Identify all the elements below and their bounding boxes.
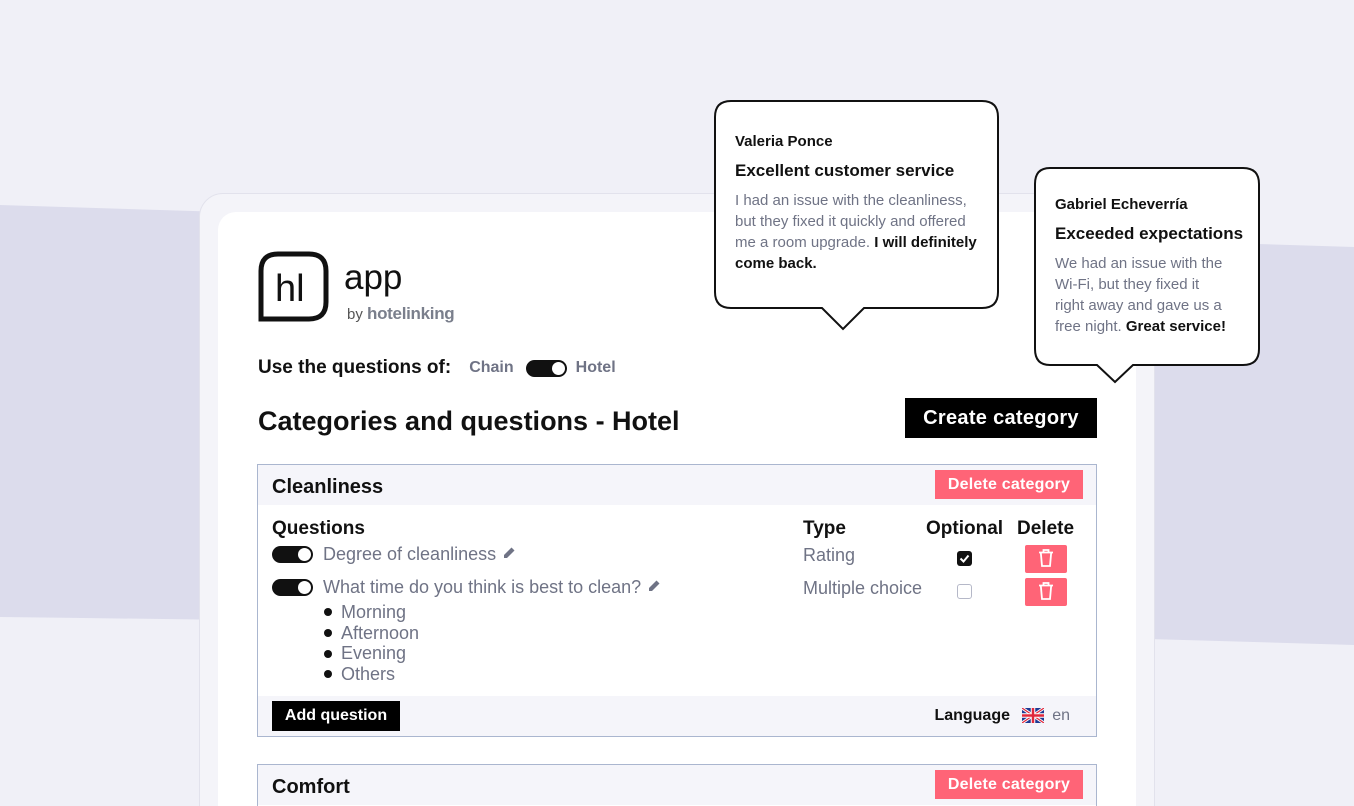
bullet	[324, 608, 332, 617]
review-line: We had an issue with the	[1055, 255, 1223, 272]
trash-icon	[1038, 548, 1054, 570]
question-row: Degree of cleanliness	[272, 544, 516, 565]
review-line-text: free night.	[1055, 318, 1122, 335]
column-delete: Delete	[1017, 518, 1075, 539]
list-item: Evening	[324, 643, 419, 664]
question-row: What time do you think is best to clean?	[272, 577, 661, 598]
bullet	[324, 670, 332, 679]
review-body: We had an issue with the Wi-Fi, but they…	[1055, 253, 1255, 337]
toggle-knob	[298, 581, 311, 594]
delete-question-button[interactable]	[1025, 545, 1067, 573]
bullet	[324, 629, 332, 638]
category-title: Cleanliness	[272, 476, 384, 498]
review-title: Excellent customer service	[735, 161, 955, 180]
question-text: What time do you think is best to clean?	[323, 577, 642, 597]
list-item: Morning	[324, 602, 419, 623]
uk-flag-icon[interactable]	[1021, 706, 1045, 728]
answer-option: Others	[341, 663, 396, 684]
pencil-icon[interactable]	[503, 546, 516, 564]
list-item: Others	[324, 664, 419, 685]
review-line-text: me a room upgrade.	[735, 234, 871, 251]
review-line: me a room upgrade. I will definitely	[735, 232, 993, 253]
review-bubble: Valeria Ponce Excellent customer service…	[714, 100, 1000, 331]
answer-option: Afternoon	[341, 622, 420, 643]
answer-options-list: Morning Afternoon Evening Others	[324, 602, 419, 685]
brand-by: by	[347, 306, 363, 323]
category-footer: Add question Language en	[258, 696, 1096, 736]
optional-checkbox[interactable]	[957, 584, 972, 599]
language-code[interactable]: en	[1052, 707, 1070, 725]
reviewer-name: Gabriel Echeverría	[1055, 196, 1188, 213]
review-line: come back.	[735, 253, 993, 274]
column-questions: Questions	[272, 518, 365, 539]
review-line: free night. Great service!	[1055, 316, 1255, 337]
logo-icon: hl	[258, 251, 329, 327]
review-emphasis: Great service!	[1125, 318, 1226, 335]
question-enabled-toggle[interactable]	[272, 579, 313, 596]
category-card-comfort: Comfort Delete category	[257, 764, 1097, 806]
trash-icon	[1038, 581, 1054, 603]
source-label: Use the questions of:	[258, 357, 452, 378]
review-line: but they fixed it quickly and offered	[735, 213, 966, 230]
category-header: Comfort Delete category	[258, 765, 1096, 805]
add-question-button[interactable]: Add question	[272, 701, 400, 731]
review-emphasis: I will definitely	[874, 234, 977, 251]
category-card-cleanliness: Cleanliness Delete category Questions Ty…	[257, 464, 1097, 737]
app-brand: by hotelinking	[347, 304, 455, 324]
logo-mark: hl	[275, 268, 305, 310]
toggle-knob	[551, 361, 565, 375]
column-type: Type	[803, 518, 846, 539]
delete-category-button[interactable]: Delete category	[935, 770, 1083, 799]
category-header: Cleanliness Delete category	[258, 465, 1096, 505]
create-category-button[interactable]: Create category	[905, 398, 1097, 438]
source-option-chain[interactable]: Chain	[469, 359, 513, 377]
bullet	[324, 649, 332, 658]
page-title: Categories and questions - Hotel	[258, 406, 680, 436]
language-label: Language	[934, 707, 1010, 724]
review-title: Exceeded expectations	[1055, 224, 1244, 243]
review-line: Wi-Fi, but they fixed it	[1055, 276, 1200, 293]
toggle-knob	[298, 548, 311, 561]
review-body: I had an issue with the cleanliness, but…	[735, 190, 993, 274]
review-emphasis: come back.	[735, 255, 817, 272]
source-toggle[interactable]	[525, 359, 567, 377]
optional-checkbox[interactable]	[957, 551, 972, 566]
review-line: I had an issue with the cleanliness,	[735, 192, 967, 209]
pencil-icon[interactable]	[648, 579, 661, 597]
question-type: Rating	[803, 545, 856, 565]
answer-option: Morning	[341, 601, 407, 622]
reviewer-name: Valeria Ponce	[735, 133, 833, 150]
review-bubble: Gabriel Echeverría Exceeded expectations…	[1034, 167, 1261, 384]
list-item: Afternoon	[324, 623, 419, 644]
source-selector: Use the questions of: Chain Hotel	[258, 357, 616, 379]
delete-question-button[interactable]	[1025, 578, 1067, 606]
app-title: app	[344, 258, 403, 297]
question-type: Multiple choice	[803, 578, 923, 598]
answer-option: Evening	[341, 643, 407, 664]
question-text: Degree of cleanliness	[323, 544, 497, 564]
question-enabled-toggle[interactable]	[272, 546, 313, 563]
brand-name: hotelinking	[367, 304, 455, 323]
column-optional: Optional	[926, 518, 1004, 539]
review-line: right away and gave us a	[1055, 297, 1222, 314]
delete-category-button[interactable]: Delete category	[935, 470, 1083, 499]
source-option-hotel[interactable]: Hotel	[576, 359, 616, 377]
category-title: Comfort	[272, 776, 350, 798]
